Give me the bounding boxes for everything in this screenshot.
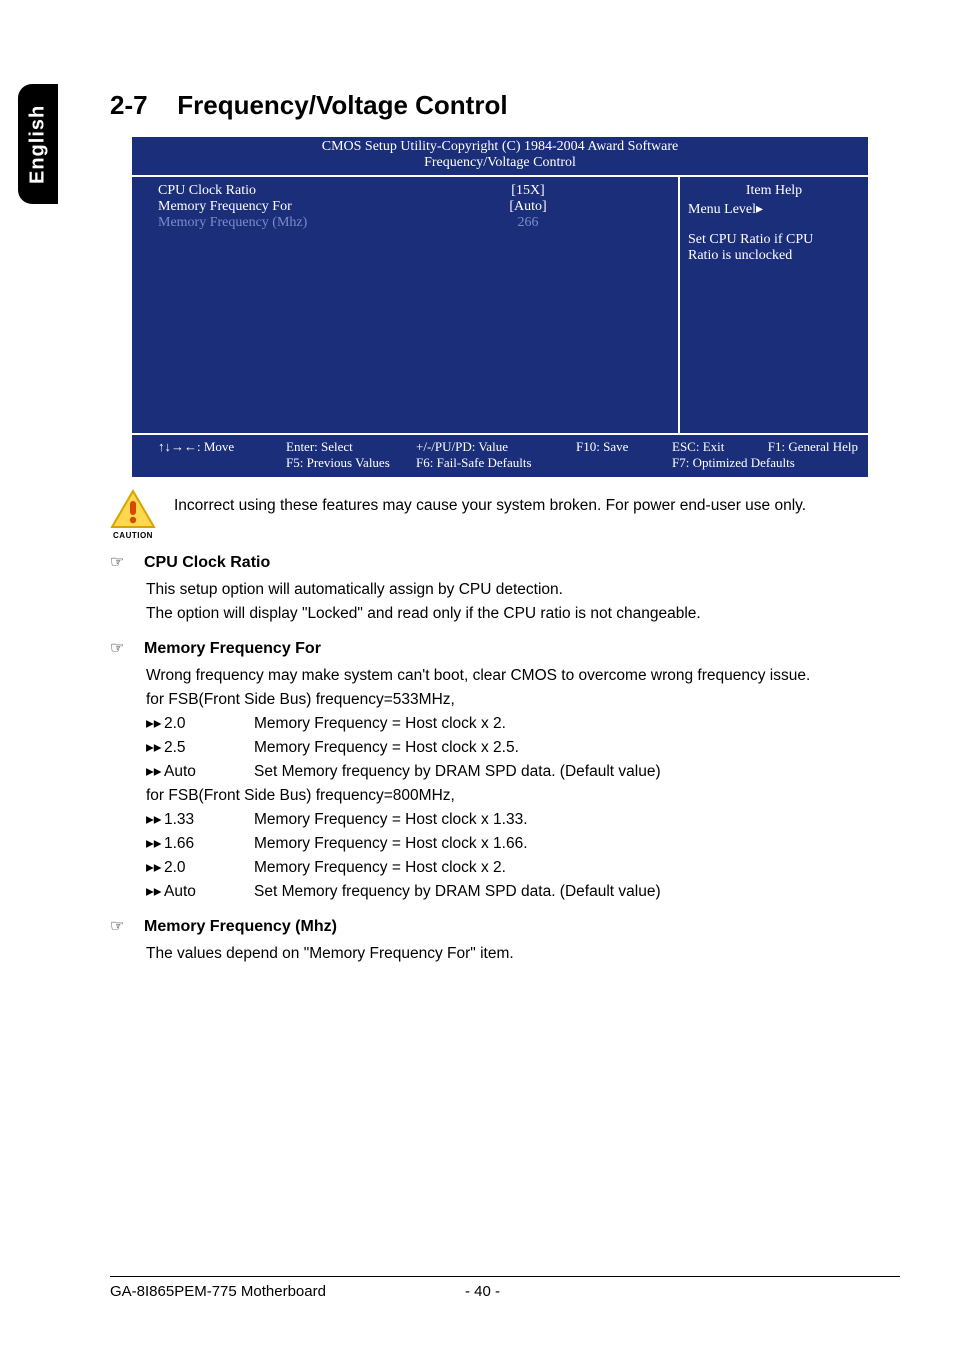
- footer-key: ↑↓→←: Move: [158, 439, 286, 455]
- value-desc: Memory Frequency = Host clock x 1.66.: [254, 832, 528, 856]
- option-block: ☞ Memory Frequency For Wrong frequency m…: [110, 638, 900, 904]
- value-row: ▸▸ Auto Set Memory frequency by DRAM SPD…: [146, 760, 900, 784]
- menu-level: Menu Level▸: [688, 201, 860, 218]
- double-arrow-icon: ▸▸: [146, 736, 164, 760]
- footer-key: F1: General Help: [762, 439, 858, 455]
- value-key: 1.33: [164, 808, 254, 832]
- section-heading: 2-7 Frequency/Voltage Control: [110, 90, 900, 121]
- bios-row: Memory Frequency (Mhz) 266: [158, 215, 668, 231]
- bios-header: CMOS Setup Utility-Copyright (C) 1984-20…: [132, 137, 868, 175]
- caution-label: CAUTION: [106, 531, 160, 540]
- body-line: Wrong frequency may make system can't bo…: [146, 664, 900, 688]
- item-help-title: Item Help: [688, 183, 860, 199]
- footer-key: F7: Optimized Defaults: [672, 455, 762, 471]
- section-title-text: Frequency/Voltage Control: [177, 90, 507, 120]
- option-title: Memory Frequency (Mhz): [144, 918, 337, 936]
- bios-settings-panel: CPU Clock Ratio [15X] Memory Frequency F…: [132, 177, 678, 433]
- bios-header-line1: CMOS Setup Utility-Copyright (C) 1984-20…: [132, 139, 868, 155]
- footer-key: F10: Save: [576, 439, 672, 455]
- value-key: 2.0: [164, 712, 254, 736]
- footer-key: ESC: Exit: [672, 439, 762, 455]
- value-row: ▸▸ 2.0 Memory Frequency = Host clock x 2…: [146, 856, 900, 880]
- value-row: ▸▸ 1.66 Memory Frequency = Host clock x …: [146, 832, 900, 856]
- option-title: CPU Clock Ratio: [144, 554, 270, 572]
- value-row: ▸▸ 2.5 Memory Frequency = Host clock x 2…: [146, 736, 900, 760]
- value-key: 2.5: [164, 736, 254, 760]
- bios-label: Memory Frequency For: [158, 199, 388, 215]
- page-footer: GA-8I865PEM-775 Motherboard - 40 -: [110, 1276, 900, 1300]
- bios-footer: ↑↓→←: Move Enter: Select F5: Previous Va…: [132, 435, 868, 477]
- option-block: ☞ CPU Clock Ratio This setup option will…: [110, 552, 900, 626]
- body-line: This setup option will automatically ass…: [146, 578, 900, 602]
- help-text: Ratio is unclocked: [688, 248, 860, 264]
- bios-label: Memory Frequency (Mhz): [158, 215, 388, 231]
- body-line: The option will display "Locked" and rea…: [146, 602, 900, 626]
- bios-value: [15X]: [388, 183, 668, 199]
- value-desc: Set Memory frequency by DRAM SPD data. (…: [254, 760, 661, 784]
- footer-product: GA-8I865PEM-775 Motherboard: [110, 1283, 465, 1300]
- bios-help-panel: Item Help Menu Level▸ Set CPU Ratio if C…: [678, 177, 868, 433]
- value-desc: Memory Frequency = Host clock x 1.33.: [254, 808, 528, 832]
- double-arrow-icon: ▸▸: [146, 712, 164, 736]
- language-tab: English: [18, 84, 58, 204]
- value-key: 2.0: [164, 856, 254, 880]
- footer-key: Enter: Select: [286, 439, 416, 455]
- footer-key: F6: Fail-Safe Defaults: [416, 455, 576, 471]
- value-desc: Memory Frequency = Host clock x 2.: [254, 712, 506, 736]
- option-title: Memory Frequency For: [144, 640, 321, 658]
- section-number: 2-7: [110, 90, 170, 121]
- value-desc: Memory Frequency = Host clock x 2.5.: [254, 736, 519, 760]
- value-row: ▸▸ 1.33 Memory Frequency = Host clock x …: [146, 808, 900, 832]
- bios-label: CPU Clock Ratio: [158, 183, 388, 199]
- value-row: ▸▸ 2.0 Memory Frequency = Host clock x 2…: [146, 712, 900, 736]
- caution-text: Incorrect using these features may cause…: [174, 489, 806, 515]
- value-desc: Set Memory frequency by DRAM SPD data. (…: [254, 880, 661, 904]
- pointer-icon: ☞: [110, 638, 132, 658]
- double-arrow-icon: ▸▸: [146, 832, 164, 856]
- body-line: The values depend on "Memory Frequency F…: [146, 942, 900, 966]
- value-key: Auto: [164, 760, 254, 784]
- bios-header-line2: Frequency/Voltage Control: [132, 155, 868, 171]
- double-arrow-icon: ▸▸: [146, 880, 164, 904]
- value-desc: Memory Frequency = Host clock x 2.: [254, 856, 506, 880]
- caution-block: CAUTION Incorrect using these features m…: [106, 489, 900, 540]
- option-block: ☞ Memory Frequency (Mhz) The values depe…: [110, 916, 900, 966]
- pointer-icon: ☞: [110, 916, 132, 936]
- body-line: for FSB(Front Side Bus) frequency=800MHz…: [146, 784, 900, 808]
- bios-row: CPU Clock Ratio [15X]: [158, 183, 668, 199]
- double-arrow-icon: ▸▸: [146, 808, 164, 832]
- help-text: Set CPU Ratio if CPU: [688, 232, 860, 248]
- value-row: ▸▸ Auto Set Memory frequency by DRAM SPD…: [146, 880, 900, 904]
- double-arrow-icon: ▸▸: [146, 856, 164, 880]
- double-arrow-icon: ▸▸: [146, 760, 164, 784]
- value-key: 1.66: [164, 832, 254, 856]
- bios-value: 266: [388, 215, 668, 231]
- bios-screenshot: CMOS Setup Utility-Copyright (C) 1984-20…: [130, 135, 870, 479]
- bios-row: Memory Frequency For [Auto]: [158, 199, 668, 215]
- page-content: 2-7 Frequency/Voltage Control CMOS Setup…: [110, 90, 900, 966]
- bios-body: CPU Clock Ratio [15X] Memory Frequency F…: [132, 175, 868, 435]
- footer-key: F5: Previous Values: [286, 455, 416, 471]
- caution-icon: CAUTION: [106, 489, 160, 540]
- value-key: Auto: [164, 880, 254, 904]
- footer-page: - 40 -: [465, 1283, 545, 1300]
- bios-value: [Auto]: [388, 199, 668, 215]
- body-line: for FSB(Front Side Bus) frequency=533MHz…: [146, 688, 900, 712]
- footer-key: +/-/PU/PD: Value: [416, 439, 576, 455]
- pointer-icon: ☞: [110, 552, 132, 572]
